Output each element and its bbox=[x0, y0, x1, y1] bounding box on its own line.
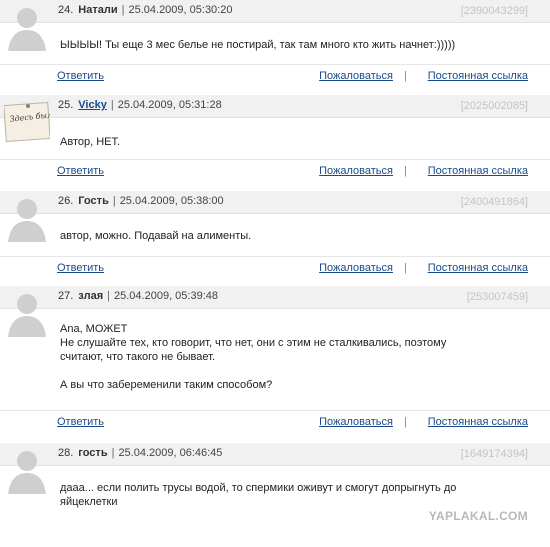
comment-line: Ana, МОЖЕТ bbox=[60, 323, 128, 335]
default-avatar-icon bbox=[4, 289, 50, 337]
comment-line: Не слушайте тех, кто говорит, что нет, о… bbox=[60, 337, 447, 349]
comment-number: 24. bbox=[58, 4, 74, 16]
comment-number: 28. bbox=[58, 447, 74, 459]
permalink-link[interactable]: Постоянная ссылка bbox=[428, 165, 528, 177]
comment-body: Автор, НЕТ. bbox=[60, 135, 530, 149]
comment-meta: 24. Натали | 25.04.2009, 05:30:20 bbox=[58, 4, 232, 16]
comment-body: ЫЫЫЫ! Ты еще 3 мес белье не постирай, та… bbox=[60, 38, 530, 52]
comment-actions: Ответить Пожаловаться | Постоянная ссылк… bbox=[0, 159, 550, 180]
site-watermark: YAPLAKAL.COM bbox=[428, 509, 528, 523]
meta-separator: | bbox=[111, 447, 115, 459]
permalink-link[interactable]: Постоянная ссылка bbox=[428, 416, 528, 428]
comment-actions: Ответить Пожаловаться | Постоянная ссылк… bbox=[0, 410, 550, 431]
comment-line: автор, можно. Подавай на алименты. bbox=[60, 230, 252, 242]
default-avatar-icon bbox=[4, 194, 50, 242]
meta-separator: | bbox=[110, 99, 114, 111]
comment-author[interactable]: гость bbox=[78, 447, 107, 459]
comment-24: 24. Натали | 25.04.2009, 05:30:20 [23900432… bbox=[0, 0, 550, 85]
comment-line bbox=[60, 364, 530, 378]
comment-meta: 26. Гость | 25.04.2009, 05:38:00 bbox=[58, 195, 224, 207]
note-avatar-icon: Здесь была Я. bbox=[4, 98, 50, 146]
comment-line: Автор, НЕТ. bbox=[60, 136, 121, 148]
comment-line: дааа... если полить трусы водой, то спер… bbox=[60, 482, 457, 494]
comment-author[interactable]: Гость bbox=[78, 195, 109, 207]
comment-27: 27. злая | 25.04.2009, 05:39:48 [253007459]… bbox=[0, 286, 550, 431]
comment-28: 28. гость | 25.04.2009, 06:46:45 [164917439… bbox=[0, 443, 550, 547]
comment-id: [2025002085] bbox=[460, 100, 528, 112]
comment-26: 26. Гость | 25.04.2009, 05:38:00 [240049186… bbox=[0, 191, 550, 277]
comment-date: 25.04.2009, 05:38:00 bbox=[119, 195, 224, 207]
actions-separator: | bbox=[404, 165, 407, 177]
comment-body: Ana, МОЖЕТ Не слушайте тех, кто говорит,… bbox=[60, 322, 530, 392]
actions-separator: | bbox=[404, 262, 407, 274]
comment-number: 25. bbox=[58, 99, 74, 111]
comment-line: считают, что такого не бывает. bbox=[60, 351, 215, 363]
reply-link[interactable]: Ответить bbox=[57, 165, 104, 177]
comment-actions: Ответить Пожаловаться | Постоянная ссылк… bbox=[0, 64, 550, 85]
comment-actions: Ответить Пожаловаться | Постоянная ссылк… bbox=[0, 256, 550, 277]
comment-id: [1649174394] bbox=[460, 448, 528, 460]
report-link[interactable]: Пожаловаться bbox=[319, 70, 393, 82]
comment-meta: 28. гость | 25.04.2009, 06:46:45 bbox=[58, 447, 222, 459]
default-avatar-icon bbox=[4, 446, 50, 494]
meta-separator: | bbox=[107, 290, 111, 302]
reply-link[interactable]: Ответить bbox=[57, 416, 104, 428]
report-link[interactable]: Пожаловаться bbox=[319, 416, 393, 428]
comment-line: А вы что забеременили таким способом? bbox=[60, 379, 273, 391]
comment-meta: 25. Vicky | 25.04.2009, 05:31:28 bbox=[58, 99, 222, 111]
actions-separator: | bbox=[404, 416, 407, 428]
comment-line: ЫЫЫЫ! Ты еще 3 мес белье не постирай, та… bbox=[60, 39, 456, 51]
comment-line: яйцеклетки bbox=[60, 496, 118, 508]
comment-meta: 27. злая | 25.04.2009, 05:39:48 bbox=[58, 290, 218, 302]
comment-author[interactable]: Натали bbox=[78, 4, 117, 16]
comment-date: 25.04.2009, 05:31:28 bbox=[117, 99, 222, 111]
comment-date: 25.04.2009, 05:30:20 bbox=[128, 4, 233, 16]
comment-body: автор, можно. Подавай на алименты. bbox=[60, 229, 530, 243]
comment-number: 26. bbox=[58, 195, 74, 207]
comment-id: [2400491864] bbox=[460, 196, 528, 208]
reply-link[interactable]: Ответить bbox=[57, 70, 104, 82]
comment-author[interactable]: злая bbox=[78, 290, 103, 302]
comment-body: дааа... если полить трусы водой, то спер… bbox=[60, 481, 530, 509]
report-link[interactable]: Пожаловаться bbox=[319, 165, 393, 177]
permalink-link[interactable]: Постоянная ссылка bbox=[428, 70, 528, 82]
meta-separator: | bbox=[121, 4, 125, 16]
comment-number: 27. bbox=[58, 290, 74, 302]
comment-author[interactable]: Vicky bbox=[78, 99, 107, 111]
meta-separator: | bbox=[112, 195, 116, 207]
comment-date: 25.04.2009, 06:46:45 bbox=[118, 447, 223, 459]
default-avatar-icon bbox=[4, 3, 50, 51]
report-link[interactable]: Пожаловаться bbox=[319, 262, 393, 274]
comment-25: Здесь была Я. 25.Vicky|25.04.2009, 05:31… bbox=[0, 95, 550, 180]
comment-id: [253007459] bbox=[466, 291, 528, 303]
comment-date: 25.04.2009, 05:39:48 bbox=[114, 290, 218, 302]
reply-link[interactable]: Ответить bbox=[57, 262, 104, 274]
actions-separator: | bbox=[404, 70, 407, 82]
permalink-link[interactable]: Постоянная ссылка bbox=[428, 262, 528, 274]
comment-id: [2390043299] bbox=[460, 5, 528, 17]
